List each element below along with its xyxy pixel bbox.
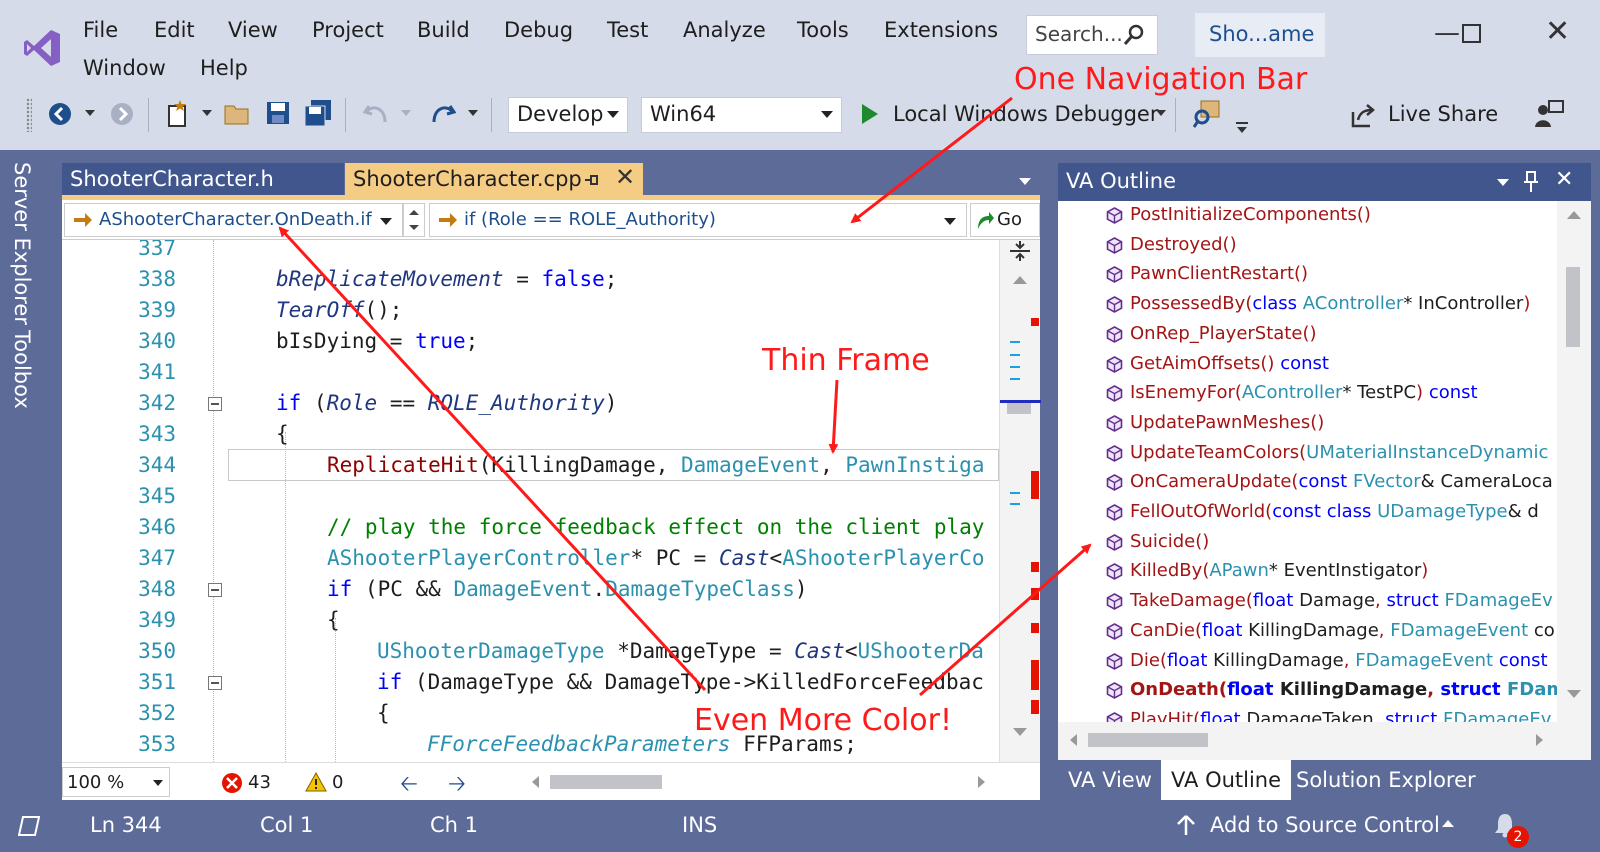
annotation-more-color: Even More Color! (694, 703, 952, 738)
annotation-navigation-bar: One Navigation Bar (1014, 62, 1308, 97)
annotation-arrow-nav (850, 96, 1013, 224)
annotation-arrow-color-left (278, 226, 707, 692)
annotation-arrow-frame (828, 379, 839, 454)
annotation-thin-frame: Thin Frame (762, 343, 930, 378)
annotation-arrow-color-right (919, 543, 1092, 697)
